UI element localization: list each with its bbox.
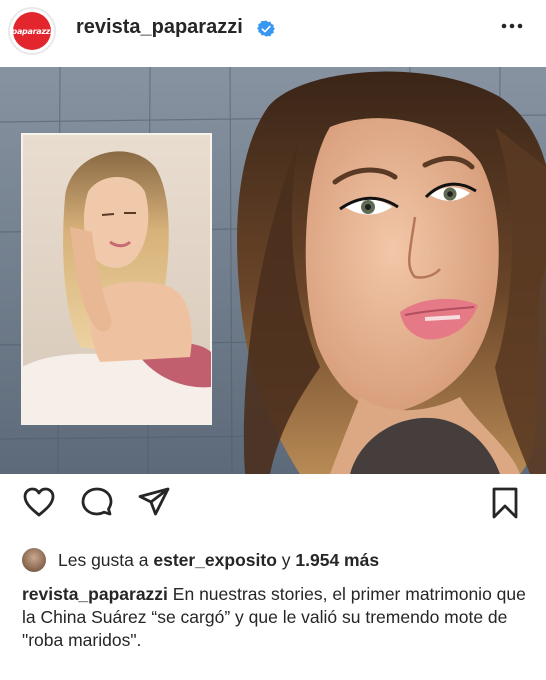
more-options-icon[interactable] — [500, 20, 524, 32]
likes-summary[interactable]: Les gusta a ester_exposito y 1.954 más — [22, 546, 379, 574]
avatar-logo: paparazzi — [11, 12, 53, 50]
likes-count[interactable]: 1.954 más — [295, 550, 379, 571]
send-icon[interactable] — [137, 486, 171, 518]
likes-prefix: Les gusta a — [58, 549, 149, 570]
comment-icon[interactable] — [80, 486, 114, 518]
liker-avatar[interactable] — [22, 548, 46, 572]
avatar-logo-text: paparazzi — [11, 26, 53, 36]
likes-user[interactable]: ester_exposito — [153, 550, 277, 571]
bookmark-icon[interactable] — [488, 486, 522, 520]
heart-icon[interactable] — [22, 486, 56, 518]
inset-photo — [21, 133, 212, 425]
profile-avatar[interactable]: paparazzi — [10, 9, 54, 53]
post-photo[interactable] — [0, 67, 546, 474]
post-header: paparazzi revista_paparazzi — [0, 0, 546, 62]
post-caption: revista_paparazzi En nuestras stories, e… — [22, 583, 532, 652]
header-username[interactable]: revista_paparazzi — [76, 16, 243, 39]
caption-username[interactable]: revista_paparazzi — [22, 584, 168, 604]
likes-connector: y — [281, 549, 291, 570]
post-actions — [0, 486, 546, 532]
verified-badge-icon — [257, 20, 275, 37]
post-photo-illustration — [0, 67, 546, 474]
